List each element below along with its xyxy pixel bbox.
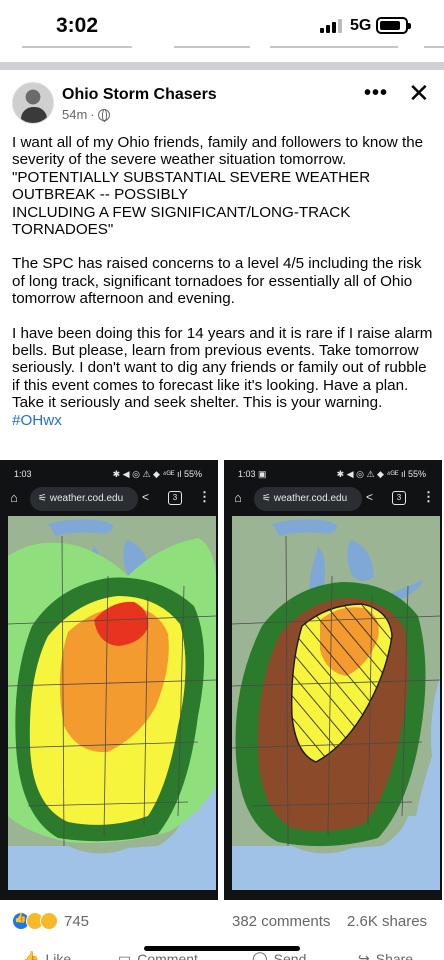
- post-stats: 745 382 comments 2.6K shares: [0, 906, 444, 938]
- post-images[interactable]: 1:03 ✱ ◀ ◎ ⚠ ◆ ⁴ᴳᴱ ıl 55% ⌂ ⚟ weather.co…: [0, 460, 444, 900]
- reaction-count: 745: [64, 912, 90, 930]
- menu-dots-icon: ⋮: [198, 489, 211, 504]
- post-paragraph: I have been doing this for 14 years and …: [12, 325, 434, 429]
- home-icon: ⌂: [10, 490, 18, 505]
- post-timestamp[interactable]: 54m: [62, 107, 87, 122]
- image-categorical-outlook[interactable]: 1:03 ✱ ◀ ◎ ⚠ ◆ ⁴ᴳᴱ ıl 55% ⌂ ⚟ weather.co…: [0, 460, 218, 900]
- meta-separator: ·: [90, 107, 95, 122]
- post-paragraph: I want all of my Ohio friends, family an…: [12, 134, 424, 239]
- network-type: 5G: [350, 17, 372, 34]
- embedded-status-bar: 1:03 ▣ ✱ ◀ ◎ ⚠ ◆ ⁴ᴳᴱ ıl 55%: [224, 466, 442, 482]
- battery-icon: [376, 17, 411, 34]
- post-paragraph: The SPC has raised concerns to a level 4…: [12, 255, 422, 308]
- share-icon: <: [142, 490, 150, 504]
- reactions-summary[interactable]: 745: [12, 912, 89, 930]
- tab-count-icon: 3: [392, 491, 406, 505]
- share-icon: <: [366, 490, 374, 504]
- image-tornado-outlook[interactable]: 1:03 ▣ ✱ ◀ ◎ ⚠ ◆ ⁴ᴳᴱ ıl 55% ⌂ ⚟ weather.…: [224, 460, 442, 900]
- globe-icon: [97, 108, 110, 122]
- send-icon: ◯: [252, 950, 268, 960]
- home-indicator[interactable]: [144, 946, 300, 951]
- clock: 3:02: [56, 14, 99, 37]
- more-options-button[interactable]: •••: [364, 82, 388, 105]
- avatar[interactable]: [12, 82, 54, 124]
- outlook-map-categorical: [8, 516, 216, 890]
- page-name-link[interactable]: Ohio Storm Chasers: [62, 86, 217, 104]
- share-arrow-icon: ↪: [358, 950, 370, 960]
- embedded-clock: 1:03 ▣: [238, 469, 267, 479]
- thumbs-up-icon: 👍: [22, 950, 40, 960]
- comments-count-link[interactable]: 382 comments: [232, 913, 330, 930]
- embedded-url: ⚟ weather.cod.edu: [30, 487, 138, 511]
- embedded-url-bar: ⌂ ⚟ weather.cod.edu < 3 ⋮: [232, 487, 436, 511]
- like-button[interactable]: 👍 Like: [22, 950, 71, 960]
- tab-strip: [0, 46, 444, 49]
- status-bar: 3:02 5G: [0, 0, 444, 56]
- close-icon[interactable]: ✕: [408, 78, 430, 108]
- embedded-url-bar: ⌂ ⚟ weather.cod.edu < 3 ⋮: [8, 487, 212, 511]
- embedded-status-bar: 1:03 ✱ ◀ ◎ ⚠ ◆ ⁴ᴳᴱ ıl 55%: [0, 466, 218, 482]
- care-reaction-icon: [40, 912, 58, 930]
- feed-divider: [0, 62, 444, 70]
- home-icon: ⌂: [234, 490, 242, 505]
- embedded-status-icons: ✱ ◀ ◎ ⚠ ◆ ⁴ᴳᴱ ıl 55%: [112, 469, 202, 479]
- post-text: I want all of my Ohio friends, family an…: [12, 134, 434, 446]
- comment-button[interactable]: ▭ Comment: [118, 950, 198, 960]
- comment-icon: ▭: [118, 950, 132, 960]
- post-paragraph-text: I have been doing this for 14 years and …: [12, 324, 433, 412]
- send-button[interactable]: ◯ Send: [252, 950, 306, 960]
- embedded-status-icons: ✱ ◀ ◎ ⚠ ◆ ⁴ᴳᴱ ıl 55%: [336, 469, 426, 479]
- embedded-clock: 1:03: [14, 469, 32, 479]
- signal-icon: [320, 19, 342, 33]
- tab-count-icon: 3: [168, 491, 182, 505]
- share-button[interactable]: ↪ Share: [358, 950, 413, 960]
- hashtag-link[interactable]: #OHwx: [12, 412, 62, 429]
- menu-dots-icon: ⋮: [422, 489, 435, 504]
- shares-count-link[interactable]: 2.6K shares: [347, 913, 427, 930]
- outlook-map-tornado: [232, 516, 440, 890]
- embedded-url: ⚟ weather.cod.edu: [254, 487, 362, 511]
- post-meta: 54m ·: [62, 107, 110, 122]
